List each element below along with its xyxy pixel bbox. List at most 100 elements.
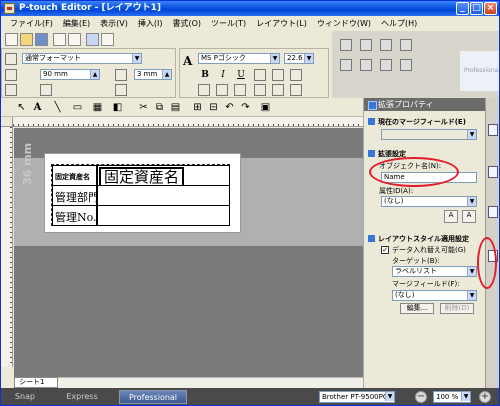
- edit-button[interactable]: 編集...: [400, 303, 434, 314]
- distribute-icon[interactable]: ⊟: [207, 101, 220, 114]
- current-merge-field-select[interactable]: ▼: [381, 129, 477, 140]
- object-tab-icon[interactable]: [488, 166, 498, 178]
- fixed-asset-name-object[interactable]: 固定資産名: [99, 167, 185, 187]
- zoom-out-button[interactable]: −: [415, 391, 427, 403]
- remove-attribute-icon[interactable]: A: [462, 210, 476, 223]
- chevron-down-icon: ▼: [270, 54, 279, 63]
- table-cell[interactable]: [97, 185, 230, 206]
- menu-layout[interactable]: レイアウト(L): [251, 16, 312, 30]
- font-icon: A: [183, 54, 193, 68]
- palette-item-icon[interactable]: [360, 59, 372, 71]
- menu-format[interactable]: 書式(O): [167, 16, 206, 30]
- font-select[interactable]: MS Pゴシック ▼: [198, 53, 280, 64]
- new-icon[interactable]: [5, 33, 18, 46]
- tape-length-label: 36 mm: [21, 142, 34, 185]
- image-tool-icon[interactable]: ◧: [111, 101, 124, 114]
- paper-icon[interactable]: [115, 84, 127, 96]
- layout-tab-icon[interactable]: [488, 206, 498, 218]
- cut-icon[interactable]: ✂: [137, 101, 150, 114]
- outline-icon[interactable]: [254, 69, 266, 81]
- table-cell[interactable]: 固定資産名: [97, 165, 230, 187]
- menu-tools[interactable]: ツール(T): [206, 16, 251, 30]
- data-replace-checkbox[interactable]: ✓: [381, 246, 389, 254]
- attribute-id-select[interactable]: (なし) ▼: [381, 196, 477, 207]
- table-cell[interactable]: [97, 205, 230, 226]
- zoom-select[interactable]: 100 % ▼: [433, 391, 471, 403]
- close-button[interactable]: ×: [484, 2, 497, 15]
- tape-width-icon[interactable]: [40, 84, 52, 96]
- menu-insert[interactable]: 挿入(I): [133, 16, 168, 30]
- chevron-down-icon: ▼: [461, 392, 470, 401]
- object-name-field[interactable]: Name: [381, 172, 477, 183]
- align-icon[interactable]: ⊞: [191, 101, 204, 114]
- palette-item-icon[interactable]: [340, 39, 352, 51]
- table-object[interactable]: 固定資産名 固定資産名 管理部門 管理No.: [51, 164, 230, 226]
- zoom-in-button[interactable]: +: [479, 391, 491, 403]
- align-right-icon[interactable]: [234, 84, 246, 96]
- layout-style-section-title: レイアウトスタイル適用設定: [368, 234, 469, 244]
- table-cell[interactable]: 固定資産名: [52, 165, 97, 186]
- layout-window-icon[interactable]: ▣: [259, 101, 272, 114]
- save-icon[interactable]: [35, 33, 48, 46]
- properties-tab-icon[interactable]: [488, 124, 498, 136]
- print-preview-icon[interactable]: [68, 33, 81, 46]
- open-icon[interactable]: [20, 33, 33, 46]
- align-center-icon[interactable]: [216, 84, 228, 96]
- maximize-button[interactable]: □: [470, 2, 483, 15]
- length-field[interactable]: 90 mm ▲: [40, 69, 100, 80]
- palette-item-icon[interactable]: [380, 59, 392, 71]
- palette-item-icon[interactable]: [360, 39, 372, 51]
- target-select[interactable]: ラベルリスト ▼: [392, 266, 477, 277]
- paste-icon[interactable]: ▤: [169, 101, 182, 114]
- delete-button[interactable]: 削除(D): [440, 303, 474, 314]
- palette-item-icon[interactable]: [340, 59, 352, 71]
- shape-tool-icon[interactable]: ▭: [71, 101, 84, 114]
- palette-item-icon[interactable]: [400, 59, 412, 71]
- vertical-text-icon[interactable]: [254, 84, 266, 96]
- select-arrow-icon[interactable]: ↖: [15, 101, 28, 114]
- italic-button[interactable]: I: [216, 69, 230, 81]
- add-attribute-icon[interactable]: A: [444, 210, 458, 223]
- snap-toggle[interactable]: Snap: [7, 390, 43, 404]
- underline-button[interactable]: U: [234, 69, 248, 81]
- menu-edit[interactable]: 編集(E): [58, 16, 95, 30]
- bold-button[interactable]: B: [198, 69, 212, 81]
- sheet-tab[interactable]: シート1: [14, 377, 58, 388]
- horizontal-scrollbar[interactable]: [14, 377, 363, 388]
- orientation-icon[interactable]: [5, 84, 17, 96]
- align-left-icon[interactable]: [198, 84, 210, 96]
- palette-item-icon[interactable]: [380, 39, 392, 51]
- help-icon[interactable]: [101, 33, 114, 46]
- minimize-button[interactable]: _: [456, 2, 469, 15]
- line-tool-icon[interactable]: ╲: [51, 101, 64, 114]
- label-paper[interactable]: 固定資産名 固定資産名 管理部門 管理No.: [44, 153, 241, 233]
- copy-icon[interactable]: ⧉: [153, 101, 166, 114]
- table-cell[interactable]: 管理部門: [52, 185, 99, 206]
- merge-field-select[interactable]: (なし) ▼: [392, 290, 477, 301]
- professional-badge: Professional: [460, 51, 499, 91]
- menu-file[interactable]: ファイル(F): [5, 16, 58, 30]
- merge-field-section-label: 現在のマージフィールド(E): [378, 118, 466, 126]
- shadow-icon[interactable]: [272, 69, 284, 81]
- palette-item-icon[interactable]: [400, 39, 412, 51]
- menu-help[interactable]: ヘルプ(H): [376, 16, 422, 30]
- print-icon[interactable]: [53, 33, 66, 46]
- database-icon[interactable]: [86, 33, 99, 46]
- table-tool-icon[interactable]: ▦: [91, 101, 104, 114]
- char-spacing-icon[interactable]: [290, 84, 302, 96]
- menu-view[interactable]: 表示(V): [95, 16, 133, 30]
- undo-icon[interactable]: ↶: [223, 101, 236, 114]
- redo-icon[interactable]: ↷: [239, 101, 252, 114]
- text-color-icon[interactable]: [272, 84, 284, 96]
- table-cell[interactable]: 管理No.: [52, 205, 97, 226]
- layout-style-select[interactable]: 通常フォーマット ▼: [22, 53, 142, 64]
- menu-window[interactable]: ウィンドウ(W): [312, 16, 376, 30]
- frame-icon[interactable]: [290, 69, 302, 81]
- professional-label: Professional: [128, 393, 178, 402]
- printer-select[interactable]: Brother PT-9500PC ▼: [319, 391, 395, 403]
- font-size-select[interactable]: 22.6 ▼: [284, 53, 314, 64]
- professional-mode-tab[interactable]: Professional: [119, 390, 187, 404]
- express-mode-tab[interactable]: Express: [57, 390, 107, 404]
- text-tool-icon[interactable]: A: [31, 101, 44, 114]
- margin-field[interactable]: 3 mm ▲: [134, 69, 172, 80]
